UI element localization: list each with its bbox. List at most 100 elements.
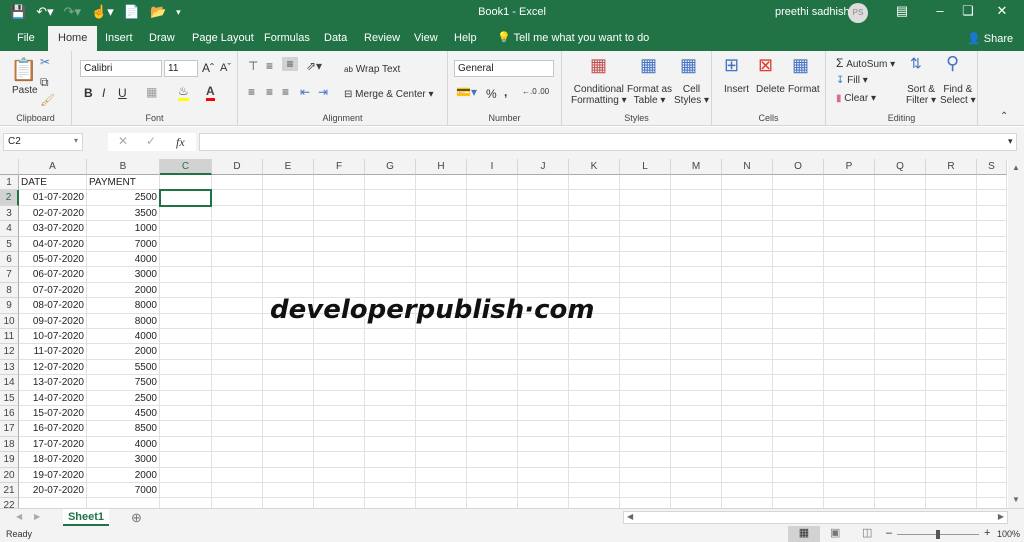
cell-J14[interactable] [518,375,569,391]
cell-E4[interactable] [263,221,314,237]
cell-I7[interactable] [467,267,518,283]
cell-F7[interactable] [314,267,365,283]
cell-H2[interactable] [416,190,467,206]
select-all-corner[interactable] [0,159,19,175]
row-header-22[interactable]: 22 [0,498,19,508]
cell-G18[interactable] [365,436,416,453]
cell-K17[interactable] [569,421,620,437]
cell-F1[interactable] [314,175,365,191]
cell-H4[interactable] [416,221,467,237]
cell-R17[interactable] [926,421,977,437]
align-right-icon[interactable]: ≡ [282,85,289,99]
cell-L21[interactable] [620,483,671,499]
tab-home[interactable]: Home [48,26,98,51]
cell-Q18[interactable] [875,436,926,453]
column-header-f[interactable]: F [314,159,365,175]
share-button[interactable]: 👤 Share [967,32,1013,45]
cell-S15[interactable] [977,390,1007,406]
column-header-k[interactable]: K [569,159,620,175]
cell-I20[interactable] [467,467,518,483]
cell-F12[interactable] [314,344,365,360]
column-header-p[interactable]: P [824,159,875,175]
font-color-icon[interactable]: A [206,84,215,101]
cell-I13[interactable] [467,359,518,376]
row-header-15[interactable]: 15 [0,390,19,406]
cell-E16[interactable] [263,406,314,422]
column-header-s[interactable]: S [977,159,1007,175]
row-header-8[interactable]: 8 [0,282,19,299]
cell-L19[interactable] [620,452,671,468]
copy-icon[interactable]: ⧉ [40,75,49,90]
cell-O11[interactable] [773,329,824,345]
cell-B19[interactable]: 3000 [87,452,160,468]
cell-P11[interactable] [824,329,875,345]
cell-I2[interactable] [467,190,518,206]
cell-F15[interactable] [314,390,365,406]
expand-formula-bar-icon[interactable]: ▾ [1008,136,1013,147]
cell-S22[interactable] [977,498,1007,508]
decrease-font-size-icon[interactable]: Aˇ [220,62,231,74]
cell-S9[interactable] [977,298,1007,314]
row-header-12[interactable]: 12 [0,344,19,360]
cell-G5[interactable] [365,236,416,252]
cell-L2[interactable] [620,190,671,206]
cell-I22[interactable] [467,498,518,508]
cell-I14[interactable] [467,375,518,391]
cell-B10[interactable]: 8000 [87,313,160,329]
cell-K4[interactable] [569,221,620,237]
cell-D8[interactable] [212,282,263,299]
cell-L1[interactable] [620,175,671,191]
enter-icon[interactable]: ✓ [146,134,156,148]
cell-L6[interactable] [620,252,671,268]
row-header-1[interactable]: 1 [0,175,19,191]
row-header-6[interactable]: 6 [0,252,19,268]
cell-N9[interactable] [722,298,773,314]
cell-D2[interactable] [212,190,263,206]
cell-P6[interactable] [824,252,875,268]
cell-A9[interactable]: 08-07-2020 [19,298,87,314]
cell-L18[interactable] [620,436,671,453]
cell-M21[interactable] [671,483,722,499]
cell-C19[interactable] [160,452,212,468]
row-header-13[interactable]: 13 [0,359,19,376]
cell-D7[interactable] [212,267,263,283]
cell-J18[interactable] [518,436,569,453]
cell-C13[interactable] [160,359,212,376]
cell-M18[interactable] [671,436,722,453]
row-header-19[interactable]: 19 [0,452,19,468]
cell-A14[interactable]: 13-07-2020 [19,375,87,391]
cell-Q16[interactable] [875,406,926,422]
cell-K20[interactable] [569,467,620,483]
cut-icon[interactable]: ✂ [40,55,50,69]
zoom-level[interactable]: 100% [997,529,1020,539]
cell-D4[interactable] [212,221,263,237]
cancel-icon[interactable]: ✕ [118,134,128,148]
cell-S19[interactable] [977,452,1007,468]
bold-button[interactable]: B [84,86,93,100]
cell-K1[interactable] [569,175,620,191]
normal-view-icon[interactable]: ▦ [788,526,820,542]
format-painter-icon[interactable]: 🖌 [40,93,55,107]
cell-E21[interactable] [263,483,314,499]
cell-G20[interactable] [365,467,416,483]
restore-icon[interactable]: ❏ [958,3,978,19]
cell-I11[interactable] [467,329,518,345]
cell-F2[interactable] [314,190,365,206]
cell-J21[interactable] [518,483,569,499]
cell-A22[interactable] [19,498,87,508]
cell-H3[interactable] [416,205,467,222]
cell-H22[interactable] [416,498,467,508]
cell-Q6[interactable] [875,252,926,268]
cell-O14[interactable] [773,375,824,391]
cell-C14[interactable] [160,375,212,391]
insert-cells-icon[interactable]: ⊞ [724,55,739,76]
center-icon[interactable]: ≡ [266,85,273,99]
insert-function-icon[interactable]: fx [176,135,185,150]
clear-button[interactable]: ▮ Clear ▾ [836,93,876,104]
cell-S6[interactable] [977,252,1007,268]
column-header-r[interactable]: R [926,159,977,175]
cell-C9[interactable] [160,298,212,314]
cell-B13[interactable]: 5500 [87,359,160,376]
cell-R14[interactable] [926,375,977,391]
cell-G3[interactable] [365,205,416,222]
